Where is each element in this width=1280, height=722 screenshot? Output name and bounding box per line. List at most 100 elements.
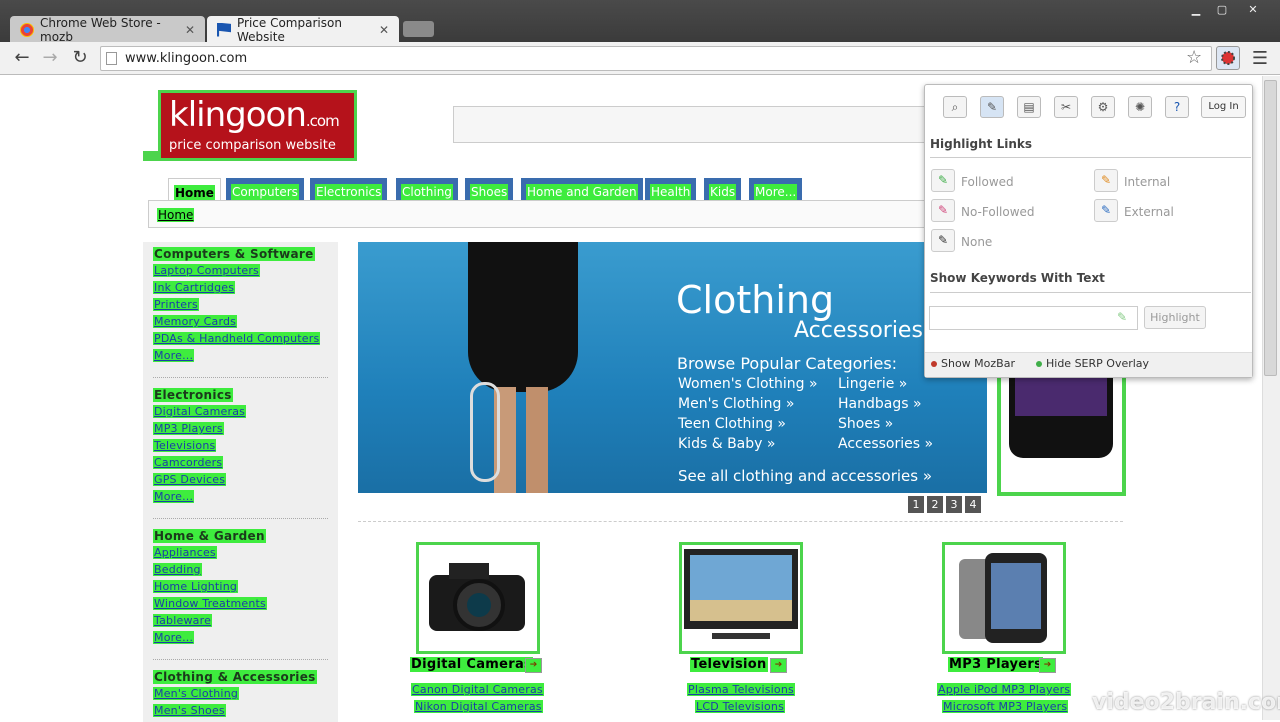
bookmark-star-icon[interactable]: ☆ (1186, 47, 1202, 68)
phone-image[interactable] (997, 378, 1126, 496)
search-icon[interactable]: ⌕ (943, 96, 967, 118)
arrow-right-icon[interactable]: ➔ (770, 658, 787, 673)
close-tab-icon[interactable]: ✕ (185, 23, 195, 37)
sidebar-link[interactable]: Digital Cameras (153, 405, 247, 418)
sidebar-link[interactable]: Camcorders (153, 456, 224, 469)
nav-clothing[interactable]: Clothing (396, 178, 458, 200)
product-title[interactable]: Television (690, 657, 768, 672)
menu-icon[interactable]: ☰ (1250, 48, 1270, 69)
tab-price-comparison[interactable]: Price Comparison Website ✕ (207, 16, 399, 44)
banner-category-link[interactable]: Lingerie » (838, 376, 907, 392)
close-tab-icon[interactable]: ✕ (379, 23, 389, 37)
banner-category-link[interactable]: Shoes » (838, 416, 893, 432)
sidebar-link[interactable]: Televisions (153, 439, 217, 452)
option-external[interactable]: External (1124, 205, 1174, 219)
followed-highlighter-icon[interactable]: ✎ (931, 169, 955, 192)
none-highlighter-icon[interactable]: ✎ (931, 229, 955, 252)
camera-image[interactable] (416, 542, 540, 654)
back-icon[interactable]: ← (12, 48, 32, 68)
address-bar[interactable]: www.klingoon.com (100, 46, 1212, 71)
carousel-page-1[interactable]: 1 (908, 496, 924, 513)
sidebar-link[interactable]: Men's Clothing (153, 687, 240, 700)
banner-see-all-link[interactable]: See all clothing and accessories » (678, 467, 932, 485)
reload-icon[interactable]: ↻ (70, 48, 90, 68)
nav-health[interactable]: Health (645, 178, 697, 200)
maximize-icon[interactable]: ▢ (1209, 2, 1235, 18)
sidebar-link[interactable]: Memory Cards (153, 315, 238, 328)
sidebar-link[interactable]: Ink Cartridges (153, 281, 236, 294)
product-title[interactable]: Digital Cameras (410, 657, 534, 672)
sidebar-link-more[interactable]: More... (153, 349, 195, 362)
close-window-icon[interactable]: ✕ (1240, 2, 1266, 18)
sidebar-link-more[interactable]: More... (153, 631, 195, 644)
keyword-input[interactable] (929, 306, 1138, 330)
hide-serp-overlay-toggle[interactable]: Hide SERP Overlay (1036, 357, 1149, 370)
new-tab-button[interactable] (403, 21, 434, 37)
product-link[interactable]: Canon Digital Cameras (411, 683, 544, 696)
moz-icon[interactable]: ✺ (1128, 96, 1152, 118)
highlighter-icon[interactable]: ✎ (980, 96, 1004, 118)
banner-category-link[interactable]: Kids & Baby » (678, 436, 775, 452)
mp3-player-image[interactable] (942, 542, 1066, 654)
sidebar-link-more[interactable]: More... (153, 490, 195, 503)
product-link[interactable]: Nikon Digital Cameras (414, 700, 543, 713)
sidebar-heading[interactable]: Clothing & Accessories (153, 670, 317, 684)
sidebar-link[interactable]: Laptop Computers (153, 264, 260, 277)
option-followed[interactable]: Followed (961, 175, 1014, 189)
product-link[interactable]: Apple iPod MP3 Players (937, 683, 1072, 696)
sidebar-link[interactable]: Tableware (153, 614, 213, 627)
banner-category-link[interactable]: Teen Clothing » (678, 416, 786, 432)
scrollbar-thumb[interactable] (1264, 80, 1277, 376)
sidebar-link[interactable]: Bedding (153, 563, 202, 576)
sidebar-link[interactable]: Men's Shoes (153, 704, 226, 717)
page-analysis-icon[interactable]: ▤ (1017, 96, 1041, 118)
external-highlighter-icon[interactable]: ✎ (1094, 199, 1118, 222)
breadcrumb-home[interactable]: Home (157, 208, 195, 222)
product-link[interactable]: Plasma Televisions (687, 683, 795, 696)
option-none[interactable]: None (961, 235, 992, 249)
internal-highlighter-icon[interactable]: ✎ (1094, 169, 1118, 192)
sidebar-link[interactable]: MP3 Players (153, 422, 224, 435)
arrow-right-icon[interactable]: ➔ (1039, 658, 1056, 673)
search-input[interactable] (453, 106, 928, 143)
banner-category-link[interactable]: Accessories » (838, 436, 933, 452)
sidebar-link[interactable]: Printers (153, 298, 199, 311)
carousel-page-3[interactable]: 3 (946, 496, 962, 513)
tools-icon[interactable]: ✂ (1054, 96, 1078, 118)
nav-kids[interactable]: Kids (704, 178, 742, 200)
sidebar-link[interactable]: Window Treatments (153, 597, 267, 610)
highlight-button[interactable]: Highlight (1144, 306, 1206, 329)
sidebar-heading[interactable]: Home & Garden (153, 529, 266, 543)
product-link[interactable]: Microsoft MP3 Players (942, 700, 1069, 713)
television-image[interactable] (679, 542, 803, 654)
carousel-page-2[interactable]: 2 (927, 496, 943, 513)
nav-computers[interactable]: Computers (226, 178, 304, 200)
help-icon[interactable]: ? (1165, 96, 1189, 118)
show-mozbar-toggle[interactable]: Show MozBar (931, 357, 1015, 370)
option-nofollowed[interactable]: No-Followed (961, 205, 1035, 219)
carousel-page-4[interactable]: 4 (965, 496, 981, 513)
forward-icon[interactable]: → (40, 48, 60, 68)
tab-chrome-web-store[interactable]: Chrome Web Store - mozb ✕ (10, 16, 205, 44)
product-link[interactable]: LCD Televisions (695, 700, 786, 713)
nav-more[interactable]: More... (749, 178, 803, 200)
nav-shoes[interactable]: Shoes (465, 178, 514, 200)
minimize-icon[interactable]: ▁ (1183, 2, 1209, 18)
nav-home[interactable]: Home (168, 178, 221, 201)
site-logo[interactable]: klingoon.com price comparison website (158, 90, 357, 161)
nav-electronics[interactable]: Electronics (310, 178, 388, 200)
option-internal[interactable]: Internal (1124, 175, 1170, 189)
sidebar-heading[interactable]: Computers & Software (153, 247, 315, 261)
banner-category-link[interactable]: Women's Clothing » (678, 376, 818, 392)
nofollowed-highlighter-icon[interactable]: ✎ (931, 199, 955, 222)
login-button[interactable]: Log In (1201, 96, 1246, 118)
sidebar-link[interactable]: Home Lighting (153, 580, 239, 593)
banner-category-link[interactable]: Handbags » (838, 396, 922, 412)
sidebar-link[interactable]: PDAs & Handheld Computers (153, 332, 321, 345)
sidebar-link[interactable]: GPS Devices (153, 473, 227, 486)
promo-banner[interactable]: Clothing Accessories Browse Popular Cate… (358, 242, 987, 493)
nav-home-and-garden[interactable]: Home and Garden (521, 178, 643, 200)
sidebar-link[interactable]: Appliances (153, 546, 217, 559)
banner-category-link[interactable]: Men's Clothing » (678, 396, 794, 412)
sidebar-heading[interactable]: Electronics (153, 388, 233, 402)
